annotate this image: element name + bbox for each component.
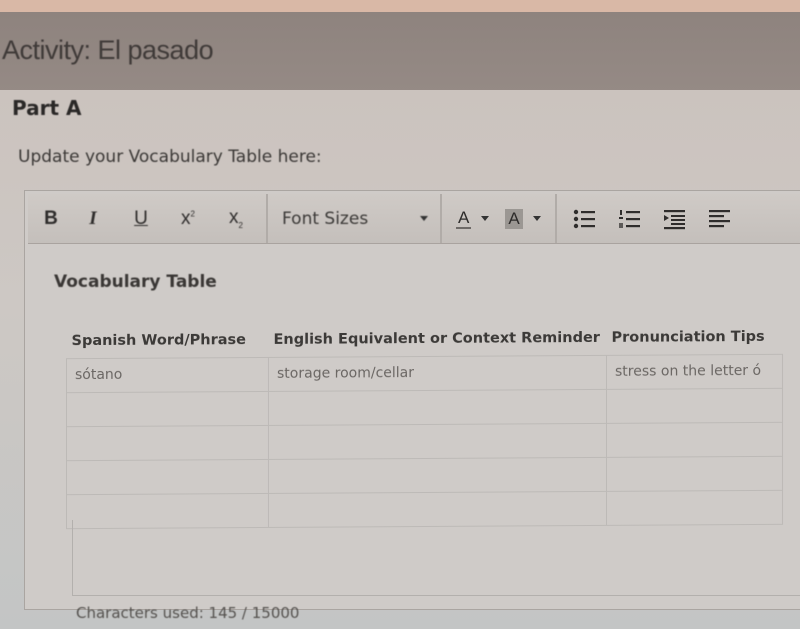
instructions-text: Update your Vocabulary Table here:: [18, 147, 322, 167]
table-cell[interactable]: [66, 390, 269, 427]
chevron-down-icon: [481, 216, 490, 221]
numbered-list-button[interactable]: [608, 199, 653, 239]
italic-icon: I: [89, 207, 97, 229]
chevron-down-icon: [420, 216, 428, 221]
editor-toolbar: B I U x2 x2 Font Sizes A A: [28, 194, 800, 244]
vocabulary-table-heading: Vocabulary Table: [54, 272, 217, 292]
subscript-icon: x2: [229, 207, 243, 230]
underline-icon: U: [134, 207, 148, 229]
table-cell[interactable]: storage room/cellar: [268, 354, 607, 391]
part-title: Part A: [12, 96, 82, 120]
top-edge: [0, 0, 800, 12]
vocabulary-table: Spanish Word/Phrase English Equivalent o…: [66, 320, 783, 529]
table-cell[interactable]: stress on the letter ó: [606, 353, 783, 389]
column-header-pronunciation: Pronunciation Tips: [611, 328, 765, 346]
background-color-icon: A: [505, 208, 523, 229]
character-count: Characters used: 145 / 15000: [76, 604, 300, 622]
superscript-button[interactable]: x2: [164, 199, 212, 239]
color-group: A A: [442, 194, 557, 243]
align-left-button[interactable]: [698, 199, 743, 239]
column-header-english: English Equivalent or Context Reminder: [273, 329, 600, 348]
table-cell[interactable]: [66, 424, 269, 461]
table-cell[interactable]: [66, 458, 269, 495]
activity-title: Activity: El pasado: [2, 35, 214, 65]
align-left-icon: [709, 209, 731, 227]
text-color-button[interactable]: A: [448, 199, 497, 239]
numbered-list-icon: [619, 209, 641, 228]
table-row: [66, 421, 783, 461]
underline-button[interactable]: U: [118, 199, 164, 239]
table-row: [66, 387, 783, 427]
superscript-base: x: [181, 207, 191, 229]
table-cell[interactable]: [268, 422, 607, 459]
editor-bottom-border: [72, 520, 800, 596]
bulleted-list-icon: [573, 209, 596, 228]
superscript-icon: x2: [181, 208, 195, 230]
paragraph-group: [557, 194, 749, 243]
subscript-button[interactable]: x2: [212, 199, 260, 239]
subscript-mark: 2: [238, 220, 243, 230]
text-format-group: B I U x2 x2: [28, 194, 268, 243]
indent-icon: [664, 209, 686, 229]
table-row: sótano storage room/cellar stress on the…: [66, 353, 783, 393]
subscript-base: x: [229, 207, 239, 229]
superscript-mark: 2: [190, 209, 195, 219]
bold-button[interactable]: B: [34, 199, 68, 239]
font-sizes-dropdown[interactable]: Font Sizes: [274, 199, 434, 239]
bulleted-list-button[interactable]: [563, 199, 608, 239]
table-cell[interactable]: [268, 388, 607, 425]
table-cell[interactable]: [606, 421, 783, 457]
font-sizes-label: Font Sizes: [282, 208, 369, 229]
text-color-icon: A: [456, 207, 472, 229]
font-size-group: Font Sizes: [268, 194, 442, 243]
table-cell[interactable]: [268, 456, 607, 493]
italic-button[interactable]: I: [68, 199, 118, 239]
chevron-down-icon: [532, 216, 541, 221]
bold-icon: B: [44, 207, 58, 229]
table-row: [66, 455, 783, 495]
column-header-spanish: Spanish Word/Phrase: [71, 331, 247, 349]
table-cell[interactable]: sótano: [66, 356, 269, 393]
table-cell[interactable]: [606, 387, 783, 423]
table-cell[interactable]: [606, 455, 783, 491]
indent-button[interactable]: [653, 199, 698, 239]
background-color-button[interactable]: A: [497, 199, 548, 239]
table-header-row: Spanish Word/Phrase English Equivalent o…: [67, 320, 783, 358]
